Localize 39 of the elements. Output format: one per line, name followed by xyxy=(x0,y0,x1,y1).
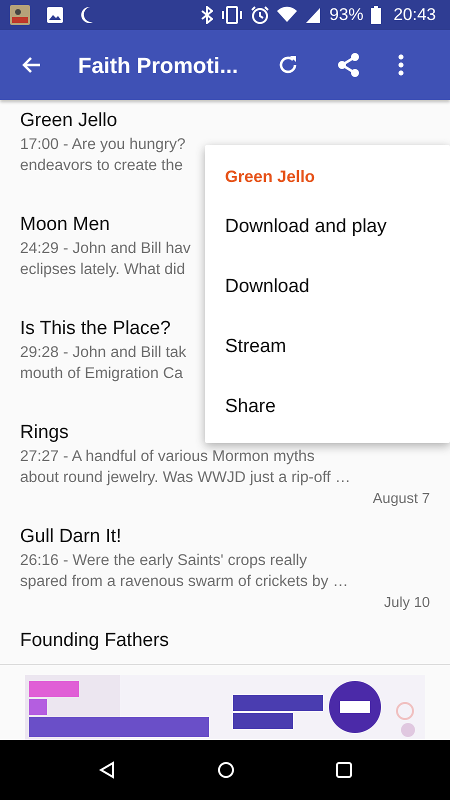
app-notification-icon xyxy=(10,5,30,25)
episode-description: eclipses lately. What did xyxy=(20,261,186,278)
episode-description: 17:00 - Are you hungry? xyxy=(20,136,186,153)
back-icon[interactable] xyxy=(98,761,116,779)
battery-icon xyxy=(371,6,382,24)
image-icon xyxy=(46,6,64,24)
episode-description: endeavors to create the xyxy=(20,157,183,174)
episode-title[interactable]: Moon Men xyxy=(20,214,110,235)
episode-description: spared from a ravenous swarm of crickets by … xyxy=(20,573,348,590)
episode-title[interactable]: Founding Fathers xyxy=(20,630,169,651)
bluetooth-icon xyxy=(201,6,214,24)
episode-title[interactable]: Is This the Place? xyxy=(20,318,171,339)
episode-description: mouth of Emigration Ca xyxy=(20,365,183,382)
episode-description: 27:27 - A handful of various Mormon myths xyxy=(20,448,315,465)
episode-title[interactable]: Rings xyxy=(20,422,69,443)
signal-icon xyxy=(305,6,322,24)
wifi-icon xyxy=(277,6,298,24)
episode-title[interactable]: Gull Darn It! xyxy=(20,526,122,547)
moon-icon xyxy=(80,6,94,24)
menu-item[interactable]: Share xyxy=(205,377,450,437)
battery-percentage: 93% xyxy=(329,4,364,26)
menu-header: Green Jello xyxy=(224,167,316,188)
episode-date: July 10 xyxy=(384,595,430,611)
screen-title: Faith Promoti... xyxy=(78,52,238,80)
recents-icon[interactable] xyxy=(336,762,352,778)
more-options-icon[interactable] xyxy=(398,54,404,76)
menu-item[interactable]: Download xyxy=(205,257,450,317)
episode-description: 29:28 - John and Bill tak xyxy=(20,344,186,361)
clock-time: 20:43 xyxy=(393,4,436,26)
vibrate-icon xyxy=(221,6,244,24)
menu-item[interactable]: Download and play xyxy=(205,197,450,257)
episode-date: August 7 xyxy=(372,491,430,507)
alarm-icon xyxy=(251,6,270,24)
episode-description: 26:16 - Were the early Saints' crops really xyxy=(20,552,307,569)
menu-item[interactable]: Stream xyxy=(205,317,450,377)
episode-description: about round jewelry. Was WWJD just a rip-off … xyxy=(20,469,350,486)
home-icon[interactable] xyxy=(216,761,235,779)
episode-description: 24:29 - John and Bill hav xyxy=(20,240,191,257)
episode-title[interactable]: Green Jello xyxy=(20,110,118,131)
